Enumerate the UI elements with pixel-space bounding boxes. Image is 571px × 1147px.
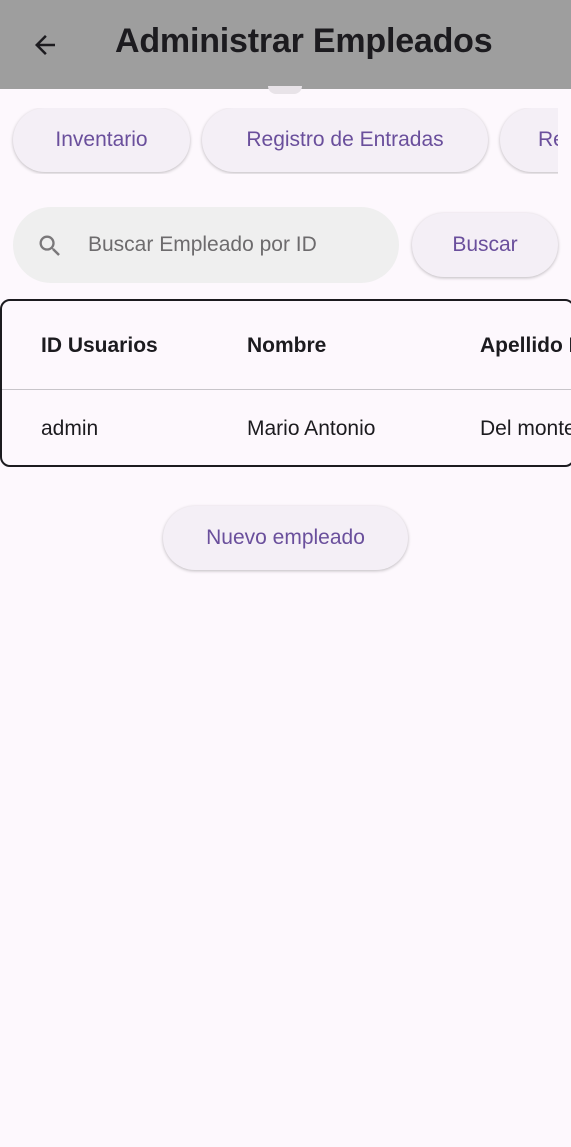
search-icon: [39, 235, 60, 256]
nav-strip[interactable]: Inventario Registro de Entradas Re: [0, 108, 558, 174]
nav-button-partial[interactable]: Re: [500, 108, 558, 172]
app-bar: Administrar Empleados: [0, 0, 571, 89]
column-header-nombre: Nombre: [247, 334, 327, 357]
table-cell-apellido[interactable]: Del monte: [480, 417, 571, 441]
row-divider: [2, 389, 571, 390]
table-cell-nombre[interactable]: Mario Antonio: [247, 417, 375, 441]
nav-button-inventario[interactable]: Inventario: [13, 108, 190, 172]
search-button[interactable]: Buscar: [412, 213, 558, 277]
back-button[interactable]: [22, 22, 68, 68]
arrow-left-icon: [35, 35, 55, 55]
search-input[interactable]: [88, 224, 388, 266]
new-employee-button[interactable]: Nuevo empleado: [163, 506, 408, 570]
employees-table: ID Usuarios Nombre Apellido P admin Mari…: [0, 299, 571, 467]
table-cell-id[interactable]: admin: [41, 417, 98, 441]
overscroll-indicator: [268, 86, 302, 94]
page-title: Administrar Empleados: [115, 22, 493, 60]
nav-button-registro-entradas[interactable]: Registro de Entradas: [202, 108, 488, 172]
column-header-apellido: Apellido P: [480, 334, 571, 357]
column-header-id: ID Usuarios: [41, 334, 158, 357]
